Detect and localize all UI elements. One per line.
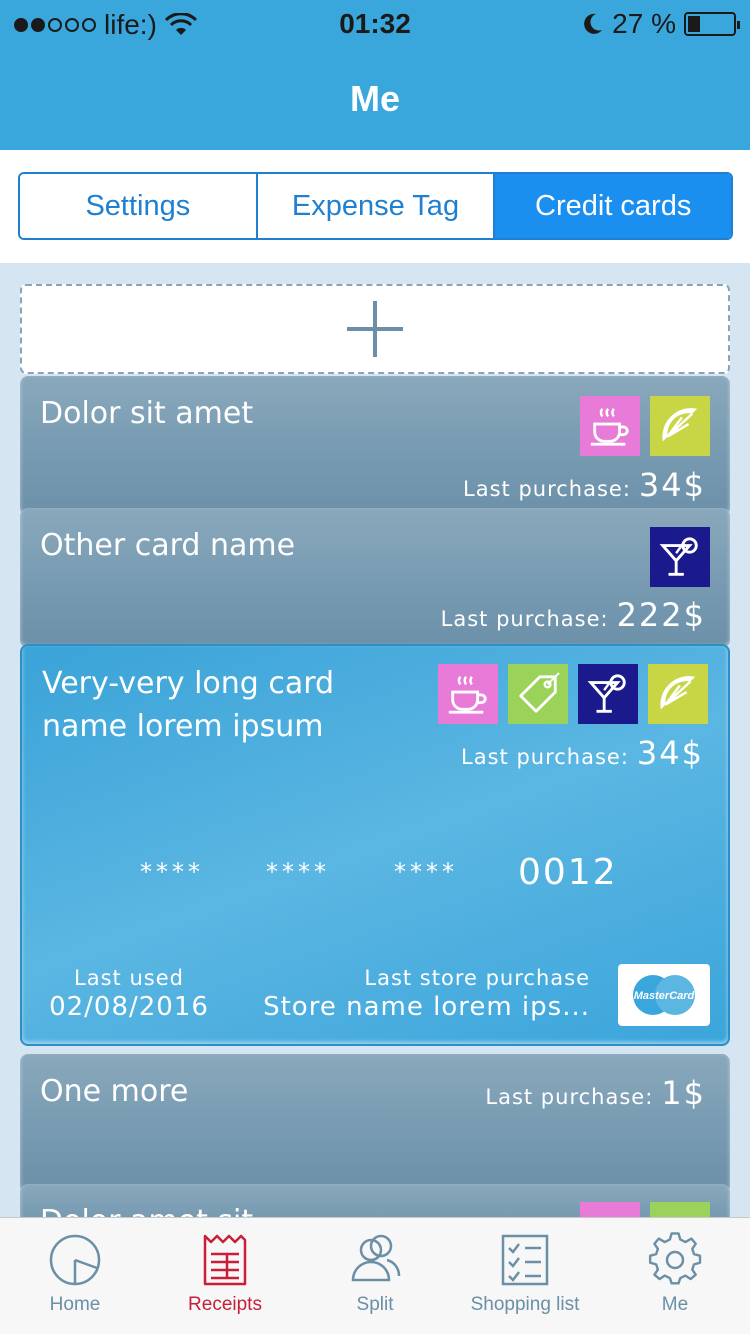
last-purchase-label: Last purchase: [463, 477, 631, 501]
card-item[interactable]: Dolor sit amet Last purchase: 34$ [20, 376, 730, 516]
tabbar-receipts[interactable]: Receipts [150, 1218, 300, 1334]
tabbar-me[interactable]: Me [600, 1218, 750, 1334]
last-used-label: Last used [74, 966, 184, 990]
masked-group: **** [140, 858, 204, 886]
tab-label: Me [661, 1294, 689, 1315]
last-purchase: Last purchase: 1$ [485, 1074, 706, 1112]
plus-icon [347, 301, 403, 357]
tabbar-shopping-list[interactable]: Shopping list [450, 1218, 600, 1334]
last-purchase-amount: 34$ [638, 466, 706, 504]
lemon-icon [648, 664, 708, 724]
tab-settings[interactable]: Settings [20, 174, 258, 238]
battery-icon [684, 12, 740, 36]
tab-label: Home [49, 1294, 101, 1315]
card-tags [650, 527, 710, 587]
checklist-icon [501, 1234, 549, 1286]
card-name: Other card name [40, 528, 296, 563]
card-item-expanded[interactable]: Very-very long card name lorem ipsum Las… [20, 644, 730, 1046]
cocktail-icon [578, 664, 638, 724]
card-item[interactable]: Other card name Last purchase: 222$ [20, 508, 730, 648]
gear-icon [648, 1232, 702, 1285]
tabbar-home[interactable]: Home [0, 1218, 150, 1334]
users-icon [351, 1234, 401, 1282]
segment-container: Settings Expense Tag Credit cards [0, 150, 750, 263]
last-used: Last used 02/08/2016 [44, 966, 214, 1022]
battery-percent: 27 % [612, 8, 676, 39]
last-purchase-amount: 34$ [636, 734, 704, 772]
pie-chart-icon [49, 1234, 101, 1286]
card-name: Very-very long card name lorem ipsum [42, 662, 334, 748]
last-purchase: Last purchase: 34$ [463, 466, 706, 504]
cocktail-icon [650, 527, 710, 587]
mastercard-text: MasterCard [634, 990, 695, 1002]
page-title: Me [349, 78, 400, 119]
masked-group: **** [394, 858, 458, 886]
tab-credit-cards[interactable]: Credit cards [495, 174, 731, 238]
last-used-value: 02/08/2016 [49, 992, 209, 1022]
mastercard-logo: MasterCard [618, 964, 710, 1026]
card-name-line-2: name lorem ipsum [42, 709, 324, 744]
last-purchase: Last purchase: 34$ [461, 734, 704, 772]
last-purchase-amount: 1$ [661, 1074, 706, 1112]
battery-group: 27 % [582, 8, 740, 40]
card-name-line-1: Very-very long card [42, 666, 335, 701]
tab-expense-tag[interactable]: Expense Tag [257, 174, 496, 238]
last-purchase: Last purchase: 222$ [441, 596, 706, 634]
last-purchase-label: Last purchase: [440, 607, 609, 631]
last-purchase-label: Last purchase: [485, 1085, 654, 1109]
card-name: One more [40, 1074, 189, 1109]
last-store-label: Last store purchase [364, 966, 590, 990]
card-last4: 0012 [518, 852, 618, 893]
moon-icon [584, 13, 603, 34]
coffee-icon [438, 664, 498, 724]
last-purchase-amount: 222$ [616, 596, 706, 634]
top-bar: life:) 01:32 27 % Me [0, 0, 750, 150]
tab-label: Shopping list [470, 1294, 580, 1315]
coffee-icon [580, 396, 640, 456]
tab-label: Receipts [188, 1294, 262, 1315]
receipt-icon [203, 1234, 247, 1286]
add-card-button[interactable] [20, 284, 730, 374]
price-tag-icon [508, 664, 568, 724]
last-store: Last store purchase Store name lorem ips… [260, 966, 590, 1022]
last-store-value: Store name lorem ips... [263, 992, 590, 1022]
tab-bar: Home Receipts Split Shopping list Me [0, 1217, 750, 1334]
card-tags [438, 664, 708, 724]
lemon-icon [650, 396, 710, 456]
tabbar-split[interactable]: Split [300, 1218, 450, 1334]
tab-label: Split [356, 1294, 394, 1315]
last-purchase-label: Last purchase: [461, 745, 629, 769]
card-tags [580, 396, 710, 456]
card-item[interactable]: One more Last purchase: 1$ [20, 1054, 730, 1194]
status-bar: life:) 01:32 27 % [0, 0, 750, 50]
masked-group: **** [266, 858, 330, 886]
segmented-control: Settings Expense Tag Credit cards [18, 172, 733, 240]
card-name: Dolor sit amet [40, 396, 254, 431]
